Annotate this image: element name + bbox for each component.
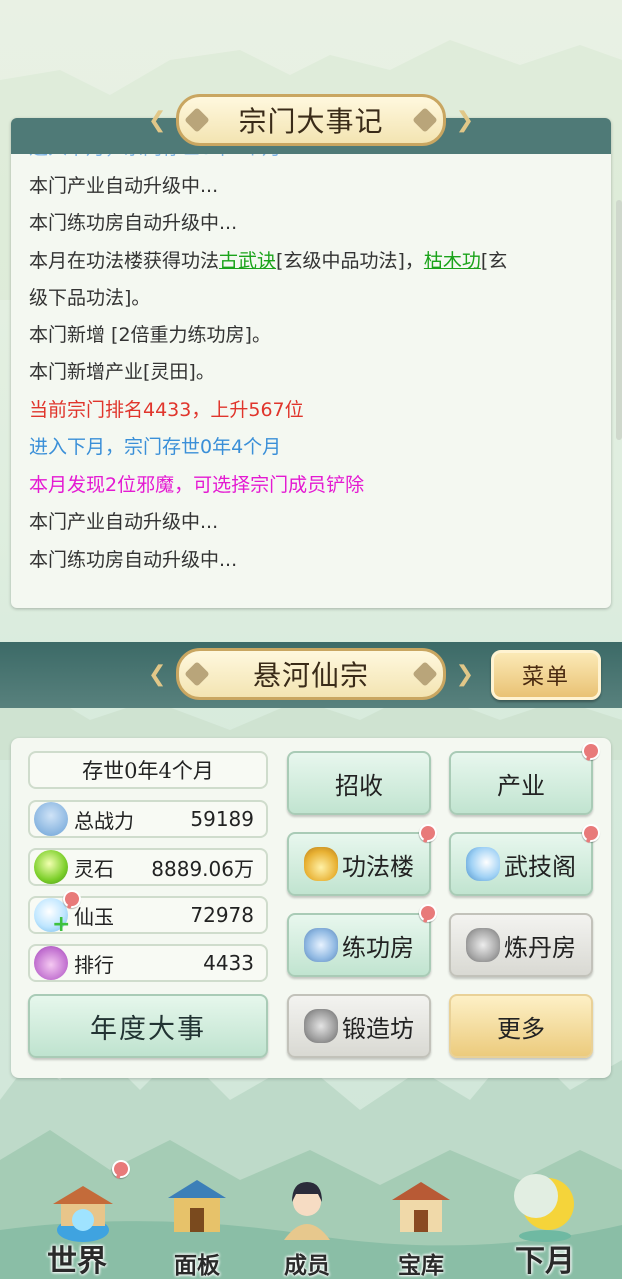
crescent-blade-icon	[466, 847, 500, 881]
skill-tower-button[interactable]: 功法楼	[287, 832, 431, 896]
stat-value: 8889.06万	[151, 856, 254, 881]
log-line: 本门新增产业[灵田]。	[29, 361, 215, 383]
log-line-rank: 当前宗门排名4433，上升567位	[29, 398, 304, 421]
log-text: [玄级中品功法]，	[276, 249, 424, 272]
cauldron-icon	[466, 928, 500, 962]
log-line: 本门练功房自动升级中...	[29, 548, 238, 571]
button-label: 功法楼	[342, 852, 414, 881]
nav-label: 成员	[284, 1252, 330, 1279]
stat-value: 72978	[190, 903, 254, 927]
log-line: 本门产业自动升级中...	[29, 511, 219, 533]
world-pavilion-icon	[53, 1186, 113, 1242]
stat-ranking: 排行 4433	[28, 944, 268, 982]
nav-treasury[interactable]: 宝库	[366, 1160, 476, 1279]
stat-value: 59189	[190, 807, 254, 831]
plus-icon[interactable]: +	[52, 912, 70, 937]
treasury-pavilion-icon	[392, 1182, 450, 1232]
stat-spirit-stone: 灵石 8889.06万	[28, 848, 268, 886]
log-line: 本门练功房自动升级中...	[29, 212, 238, 234]
nav-panel[interactable]: 面板	[142, 1160, 252, 1279]
stat-label: 排行	[74, 952, 114, 977]
sect-name: 悬河仙宗	[176, 648, 446, 700]
log-text: 级下品功法]。	[29, 286, 151, 309]
nav-label: 下月	[515, 1244, 575, 1279]
sect-name-text: 悬河仙宗	[252, 659, 369, 692]
event-log-list: 进入下月，宗门存世0年4个月 本门产业自动升级中... 本门练功房自动升级中..…	[29, 154, 599, 579]
training-room-button[interactable]: 练功房	[287, 913, 431, 977]
nav-label: 面板	[174, 1252, 220, 1279]
log-text: 本月在功法楼获得功法	[29, 249, 220, 272]
skill-link-kumugong[interactable]: 枯木功	[424, 250, 481, 272]
anvil-hammer-icon	[304, 1009, 338, 1043]
stat-total-power: 总战力 59189	[28, 800, 268, 838]
palace-gate-icon	[168, 1180, 226, 1232]
log-title-text: 宗门大事记	[238, 105, 384, 138]
more-button[interactable]: 更多	[449, 994, 593, 1058]
sect-overview-panel: 存世0年4个月 总战力 59189 灵石 8889.06万 仙玉 72978 +…	[11, 738, 611, 1078]
button-label: 炼丹房	[504, 933, 576, 962]
log-line-month: 进入下月，宗门存世0年4个月	[29, 436, 282, 458]
flame-icon	[304, 847, 338, 881]
menu-button[interactable]: 菜单	[491, 650, 601, 700]
stat-value: 4433	[203, 951, 254, 975]
sword-icon	[304, 928, 338, 962]
disciple-avatar-icon	[284, 1182, 330, 1240]
crescent-moon-icon	[514, 1174, 574, 1242]
annual-events-button[interactable]: 年度大事	[28, 994, 268, 1058]
bottom-navigation: 世界 面板 成员 宝库 下月	[0, 1157, 622, 1279]
button-label: 更多	[497, 1014, 545, 1043]
chevron-right-icon: ❯	[455, 108, 474, 133]
button-label: 练功房	[342, 933, 414, 962]
stat-label: 仙玉	[74, 904, 114, 929]
log-title: 宗门大事记	[176, 94, 446, 146]
event-log-panel[interactable]: 进入下月，宗门存世0年4个月 本门产业自动升级中... 本门练功房自动升级中..…	[11, 118, 611, 608]
chevron-right-icon: ❯	[455, 662, 474, 687]
log-line-skill-gain: 本月在功法楼获得功法古武诀[玄级中品功法]，枯木功[玄级下品功法]。	[29, 243, 599, 317]
stat-label: 灵石	[74, 856, 114, 881]
alchemy-room-button[interactable]: 炼丹房	[449, 913, 593, 977]
sect-name-plaque: ❮ 悬河仙宗 ❯	[148, 648, 474, 700]
nav-members[interactable]: 成员	[252, 1160, 362, 1279]
button-label: 产业	[497, 771, 545, 800]
nav-next-month[interactable]: 下月	[490, 1160, 600, 1279]
power-icon	[34, 802, 68, 836]
button-label: 武技阁	[504, 852, 576, 881]
log-line: 本门产业自动升级中...	[29, 174, 219, 197]
log-line-demons[interactable]: 本月发现2位邪魔，可选择宗门成员铲除	[29, 467, 599, 505]
nav-world[interactable]: 世界	[22, 1157, 133, 1279]
button-label: 锻造坊	[342, 1014, 414, 1043]
button-label: 招收	[335, 771, 383, 800]
chevron-left-icon: ❮	[148, 662, 167, 687]
nav-label: 世界	[47, 1244, 107, 1279]
stat-label: 总战力	[74, 808, 134, 833]
sect-age: 存世0年4个月	[28, 751, 268, 789]
lotus-icon	[34, 946, 68, 980]
spirit-stone-icon	[34, 850, 68, 884]
forge-button[interactable]: 锻造坊	[287, 994, 431, 1058]
chevron-left-icon: ❮	[148, 108, 167, 133]
nav-label: 宝库	[398, 1252, 444, 1279]
log-title-plaque: ❮ 宗门大事记 ❯	[148, 94, 474, 146]
log-line: 本门新增 [2倍重力练功房]。	[29, 323, 271, 346]
log-text: [玄	[480, 249, 508, 272]
recruit-button[interactable]: 招收	[287, 751, 431, 815]
martial-pavilion-button[interactable]: 武技阁	[449, 832, 593, 896]
industry-button[interactable]: 产业	[449, 751, 593, 815]
skill-link-guwujue[interactable]: 古武诀	[219, 250, 276, 272]
